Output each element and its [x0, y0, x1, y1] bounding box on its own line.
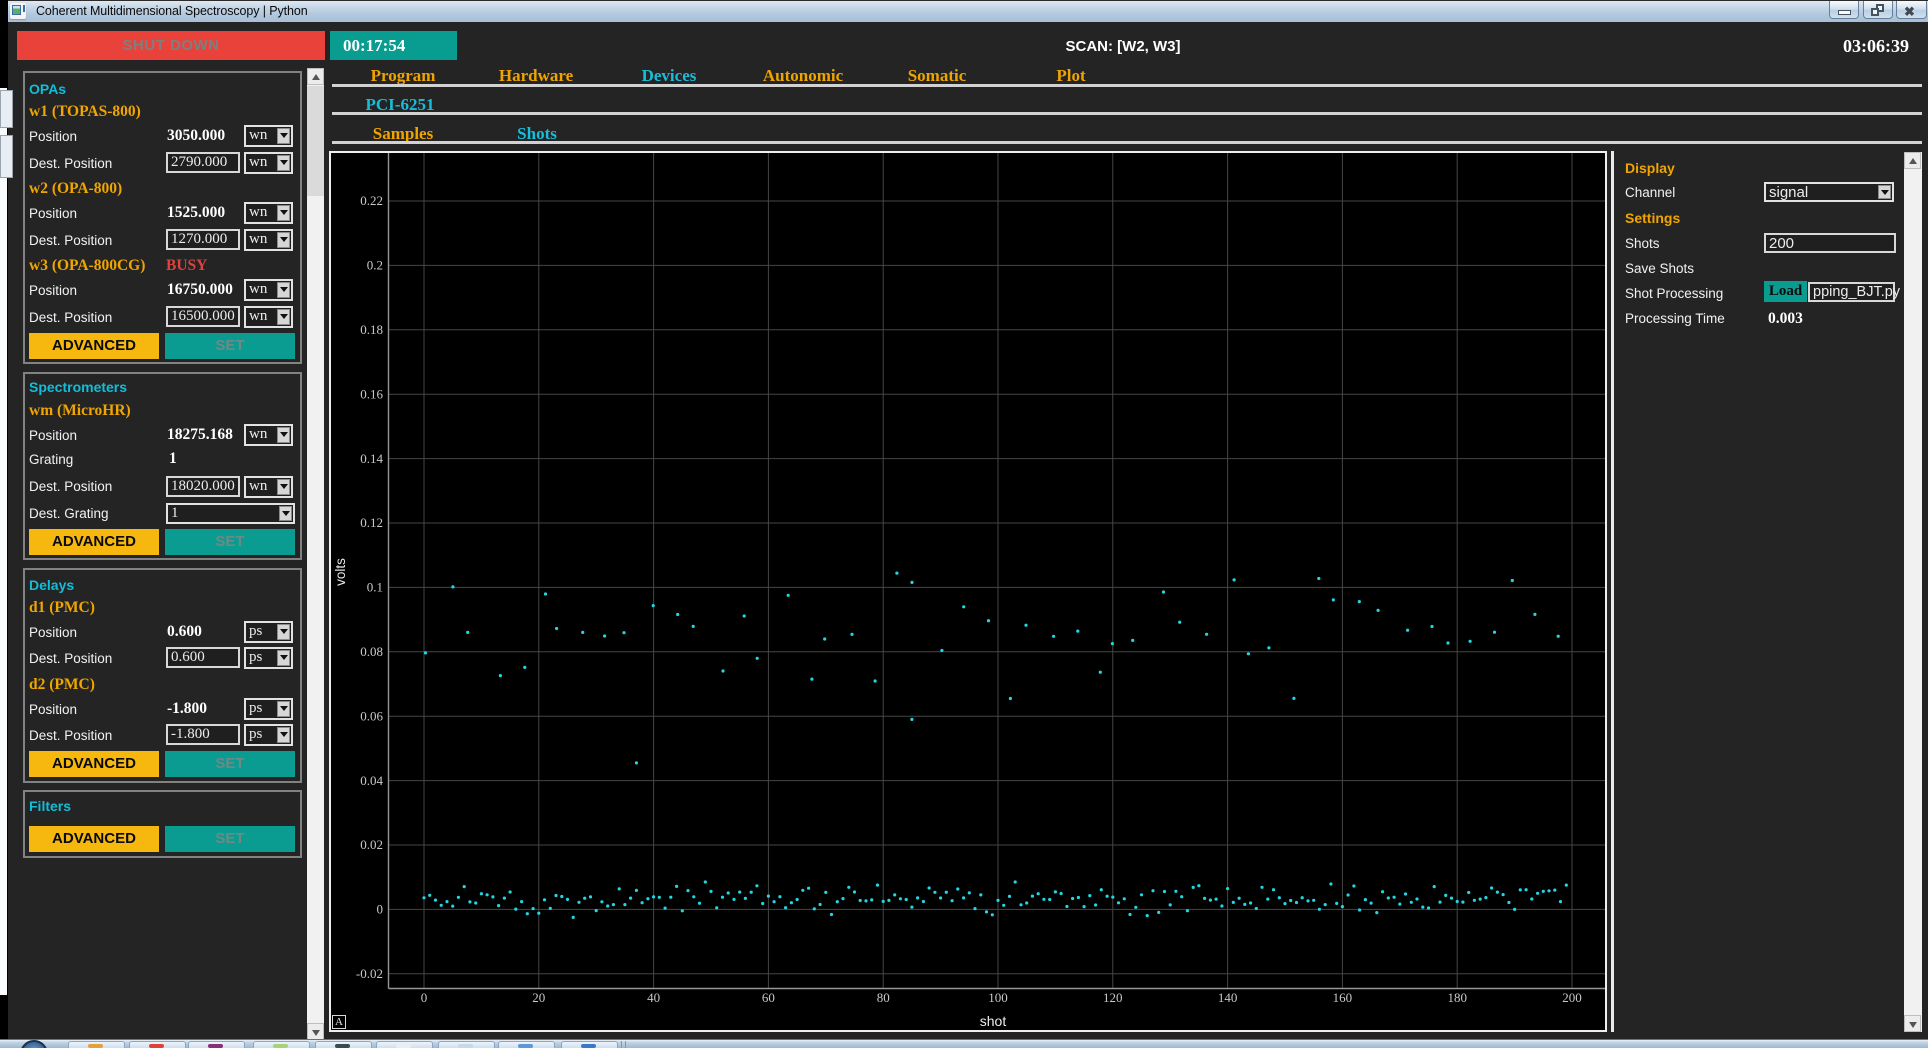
svg-text:120: 120	[1103, 990, 1123, 1005]
svg-text:0: 0	[377, 902, 384, 917]
svg-text:0.16: 0.16	[360, 386, 383, 401]
svg-text:volts: volts	[333, 558, 348, 586]
svg-text:200: 200	[1562, 990, 1582, 1005]
svg-text:shot: shot	[980, 1013, 1007, 1029]
svg-text:0.22: 0.22	[360, 193, 383, 208]
svg-text:160: 160	[1333, 990, 1353, 1005]
svg-text:20: 20	[532, 990, 545, 1005]
svg-text:0.18: 0.18	[360, 322, 383, 337]
svg-text:0.12: 0.12	[360, 515, 383, 530]
svg-text:0.2: 0.2	[367, 258, 383, 273]
svg-text:0: 0	[421, 990, 428, 1005]
svg-text:0.1: 0.1	[367, 580, 383, 595]
svg-text:-0.02: -0.02	[356, 966, 383, 981]
svg-text:0.08: 0.08	[360, 644, 383, 659]
svg-text:100: 100	[988, 990, 1008, 1005]
svg-text:80: 80	[877, 990, 890, 1005]
svg-text:140: 140	[1218, 990, 1238, 1005]
svg-text:0.06: 0.06	[360, 708, 383, 723]
svg-text:180: 180	[1447, 990, 1467, 1005]
svg-text:0.04: 0.04	[360, 773, 383, 788]
svg-text:60: 60	[762, 990, 775, 1005]
svg-text:40: 40	[647, 990, 660, 1005]
svg-text:0.02: 0.02	[360, 837, 383, 852]
svg-text:0.14: 0.14	[360, 451, 383, 466]
